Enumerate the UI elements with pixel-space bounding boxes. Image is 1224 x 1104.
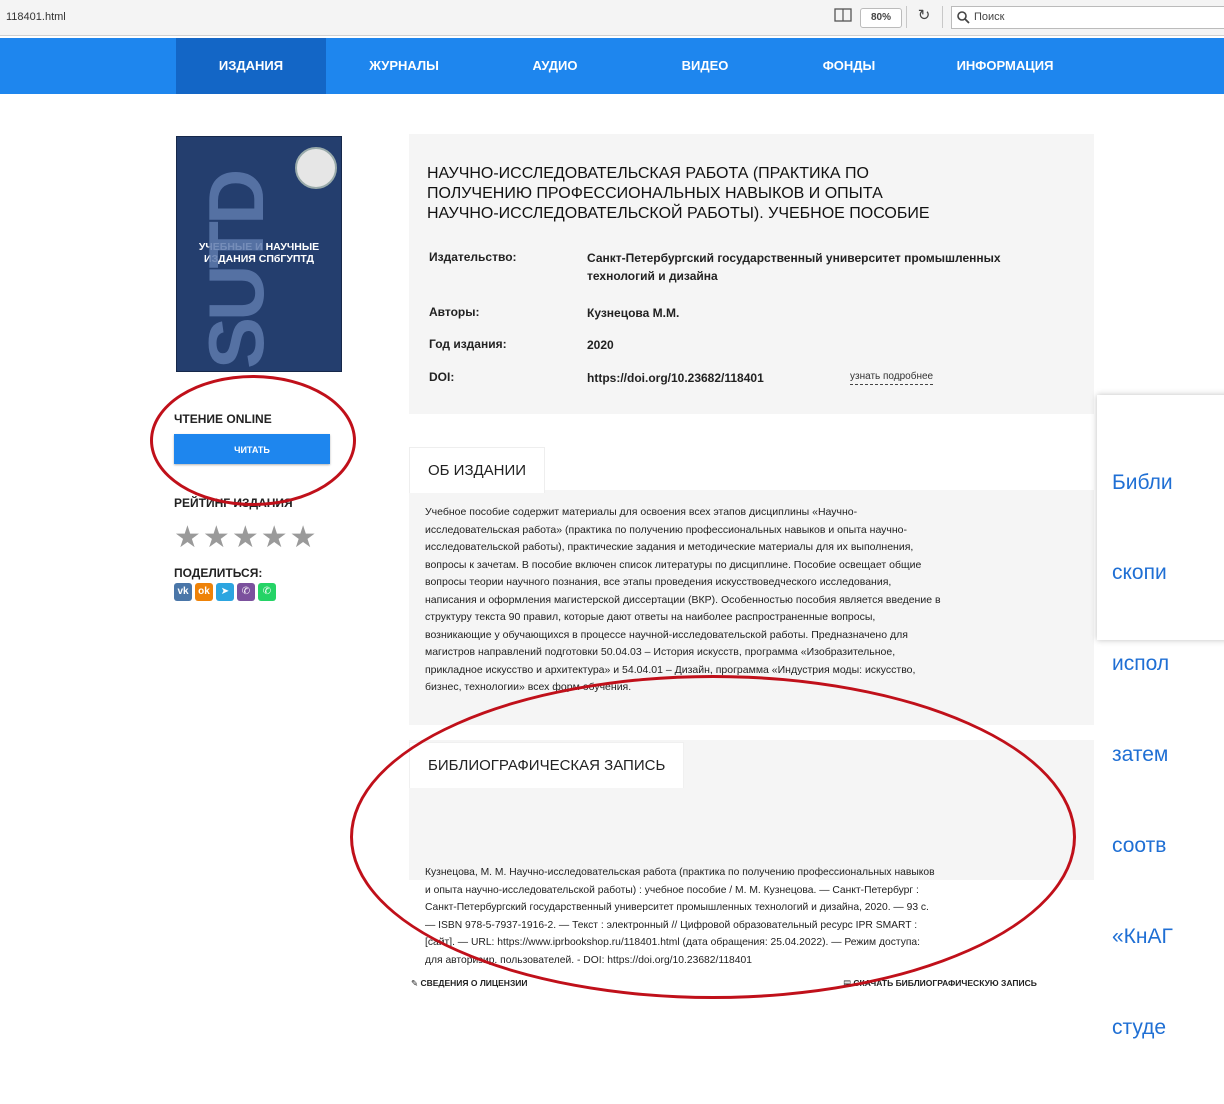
book-cover[interactable]: УЧЕБНЫЕ И НАУЧНЫЕ ИЗДАНИЯ СПбГУПТД SUTD	[176, 136, 342, 372]
publisher-line: Санкт-Петербургский государственный унив…	[587, 251, 1001, 265]
about-line: написания и оформления магистерской дисс…	[425, 593, 941, 606]
zoom-indicator[interactable]: 80%	[860, 8, 902, 28]
doi-value[interactable]: https://doi.org/10.23682/118401	[587, 369, 764, 387]
nav-item-audio[interactable]: АУДИО	[505, 38, 605, 94]
nav-item-information[interactable]: ИНФОРМАЦИЯ	[935, 38, 1075, 94]
whatsapp-icon[interactable]: ✆	[258, 583, 276, 601]
about-heading[interactable]: ОБ ИЗДАНИИ	[409, 447, 546, 493]
share-icons: vk ok ➤ ✆ ✆	[174, 583, 276, 601]
star-icon[interactable]: ★	[290, 523, 317, 553]
star-icon[interactable]: ★	[232, 523, 259, 553]
about-line: исследовательской работы), практические …	[425, 541, 914, 553]
main-nav: ИЗДАНИЯ ЖУРНАЛЫ АУДИО ВИДЕО ФОНДЫ ИНФОРМ…	[0, 38, 1224, 94]
reload-icon[interactable]: ↻	[914, 6, 934, 26]
publisher-label: Издательство:	[429, 250, 517, 264]
year-value: 2020	[587, 338, 614, 352]
nav-item-funds[interactable]: ФОНДЫ	[799, 38, 899, 94]
publisher-value: Санкт-Петербургский государственный унив…	[587, 249, 1001, 285]
note-line: соотв	[1112, 834, 1167, 858]
note-box: Библи скопи испол затем соотв «КнАГ студ…	[1097, 395, 1224, 1039]
about-line: исследовательская работа» (практика по п…	[425, 523, 908, 536]
search-placeholder: Поиск	[974, 11, 1005, 23]
annotation-oval-biblio	[350, 675, 1076, 999]
search-icon	[957, 11, 970, 24]
note-line: «КнАГ	[1112, 925, 1173, 949]
book-title: НАУЧНО-ИССЛЕДОВАТЕЛЬСКАЯ РАБОТА (ПРАКТИК…	[427, 164, 1077, 224]
star-icon[interactable]: ★	[261, 523, 288, 553]
note-line: Библи	[1112, 470, 1173, 494]
ok-icon[interactable]: ok	[195, 583, 213, 601]
star-icon[interactable]: ★	[203, 523, 230, 553]
about-line: Учебное пособие содержит материалы для о…	[425, 506, 858, 518]
browser-toolbar: 118401.html 80% ↻ Поиск	[0, 0, 1224, 36]
telegram-icon[interactable]: ➤	[216, 583, 234, 601]
license-link[interactable]: ✎ СВЕДЕНИЯ О ЛИЦЕНЗИИ	[411, 978, 527, 989]
publisher-line: технологий и дизайна	[587, 269, 718, 283]
nav-item-video[interactable]: ВИДЕО	[655, 38, 755, 94]
university-emblem-icon	[295, 147, 337, 189]
note-line: скопи	[1112, 561, 1167, 585]
note-line: студе	[1112, 1015, 1167, 1039]
about-text: Учебное пособие содержит материалы для о…	[425, 504, 1085, 697]
share-label: ПОДЕЛИТЬСЯ:	[174, 566, 263, 580]
annotation-oval-read	[150, 375, 356, 506]
vk-icon[interactable]: vk	[174, 583, 192, 601]
authors-value[interactable]: Кузнецова М.М.	[587, 304, 679, 322]
viber-icon[interactable]: ✆	[237, 583, 255, 601]
search-input[interactable]: Поиск	[951, 6, 1224, 29]
note-line: испол	[1112, 652, 1170, 676]
about-line: вопросы к зачетам. В пособие включен спи…	[425, 558, 922, 571]
reader-view-icon[interactable]	[834, 8, 852, 22]
nav-item-editions[interactable]: ИЗДАНИЯ	[176, 38, 326, 94]
book-title-line: НАУЧНО-ИССЛЕДОВАТЕЛЬСКОЙ РАБОТЫ). УЧЕБНО…	[427, 205, 930, 222]
note-text: Библи скопи испол затем соотв «КнАГ студ…	[1112, 407, 1173, 1104]
learn-more-link[interactable]: узнать подробнее	[850, 371, 934, 385]
star-icon[interactable]: ★	[174, 523, 201, 553]
book-title-line: ПОЛУЧЕНИЮ ПРОФЕССИОНАЛЬНЫХ НАВЫКОВ И ОПЫ…	[427, 185, 883, 202]
address-bar[interactable]: 118401.html	[6, 11, 66, 23]
about-line: вопросы теории научного познания, все эт…	[425, 576, 892, 588]
rating-stars[interactable]: ★ ★ ★ ★ ★	[174, 523, 317, 553]
note-line: затем	[1112, 743, 1169, 767]
divider	[906, 6, 907, 28]
about-line: возникающие у обучающихся в процессе нау…	[425, 628, 908, 641]
book-title-line: НАУЧНО-ИССЛЕДОВАТЕЛЬСКАЯ РАБОТА (ПРАКТИК…	[427, 165, 869, 182]
doi-label: DOI:	[429, 370, 455, 384]
authors-label: Авторы:	[429, 305, 480, 319]
license-link-label: СВЕДЕНИЯ О ЛИЦЕНЗИИ	[420, 978, 528, 988]
year-label: Год издания:	[429, 337, 507, 351]
about-line: магистров направлений подготовки 50.04.0…	[425, 646, 896, 658]
cover-logo-letters: SUTD	[192, 172, 280, 369]
nav-item-journals[interactable]: ЖУРНАЛЫ	[346, 38, 462, 94]
book-info-card: НАУЧНО-ИССЛЕДОВАТЕЛЬСКАЯ РАБОТА (ПРАКТИК…	[409, 134, 1094, 414]
divider	[942, 6, 943, 28]
about-line: структуру текста 90 правил, которые дают…	[425, 611, 876, 623]
